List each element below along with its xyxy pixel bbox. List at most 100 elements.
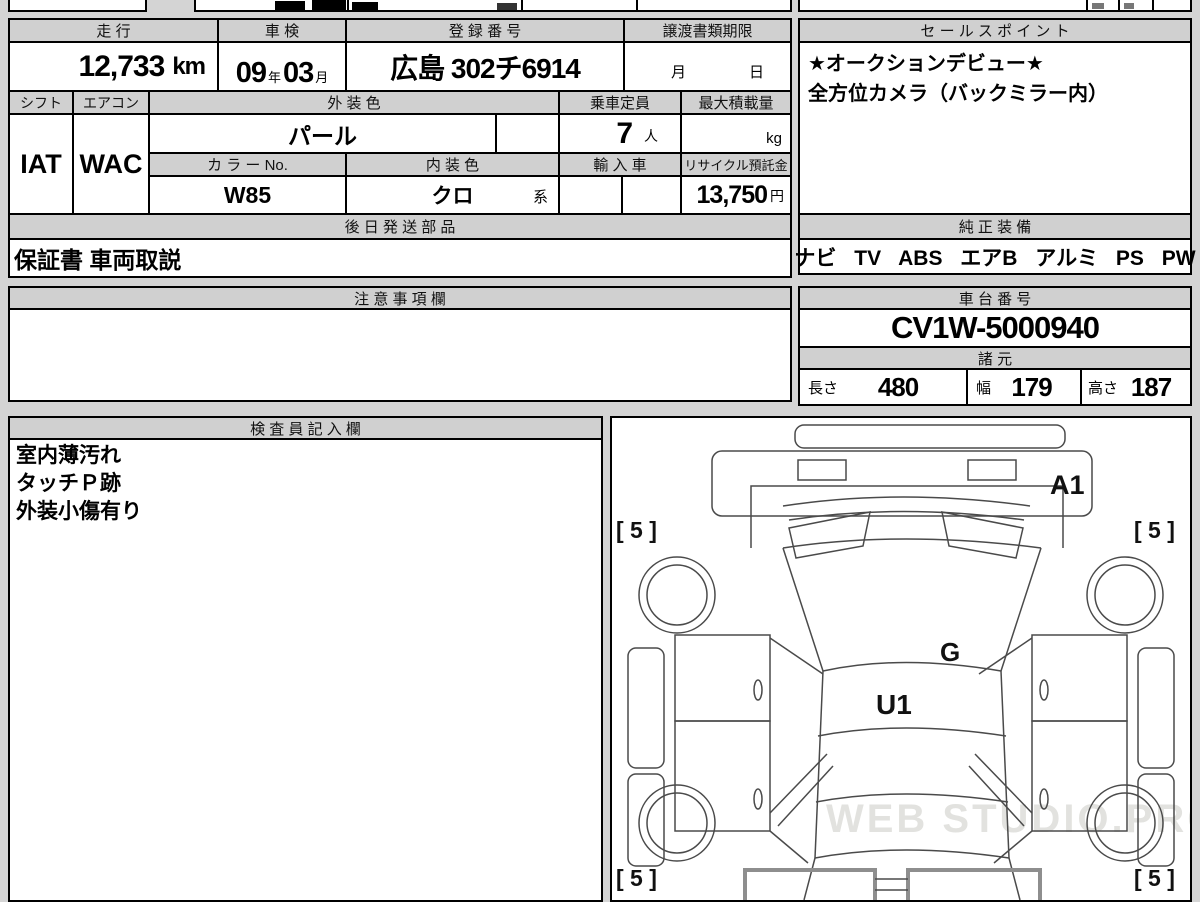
door-handle xyxy=(1039,679,1049,701)
rear-bumper-right-shape xyxy=(906,868,1042,900)
exterior-color-value-cell: パール xyxy=(148,113,497,154)
inspection-year-unit: 年 xyxy=(267,70,281,85)
fold-line xyxy=(769,637,824,675)
transfer-day-unit: 日 xyxy=(748,64,764,81)
left-front-door-shape xyxy=(674,634,771,722)
front-panel-shape xyxy=(711,450,1093,517)
roof-curve xyxy=(814,849,1010,859)
rear-left-wheel xyxy=(638,784,716,862)
cowl-arc xyxy=(782,496,1031,507)
max-load-unit: kg xyxy=(766,130,782,147)
equipment-value: ナビ TV ABS エアB アルミ PS PW xyxy=(794,246,1196,270)
mileage-header: 走 行 xyxy=(8,18,219,43)
fold-line xyxy=(978,637,1033,675)
recycle-header: リサイクル預託金 xyxy=(680,152,792,177)
spec-height-label: 高さ xyxy=(1088,379,1119,397)
damage-label-g: G xyxy=(940,637,960,667)
inspector-note: 室内薄汚れ xyxy=(16,444,121,467)
equipment-value-cell: ナビ TV ABS エアB アルミ PS PW xyxy=(794,238,1196,275)
inspection-header: 車 検 xyxy=(217,18,347,43)
rear-left-wheel-inner xyxy=(646,792,708,854)
chassis-header: 車 台 番 号 xyxy=(798,286,1192,310)
capacity-unit: 人 xyxy=(644,128,658,144)
spec-length-cell: 長さ 480 xyxy=(798,368,968,406)
inspector-header: 検 査 員 記 入 欄 xyxy=(8,416,603,440)
cutoff-text-fragment xyxy=(1092,3,1104,9)
color-no-value: W85 xyxy=(223,181,272,208)
windshield-side xyxy=(782,547,824,672)
tire-grade-front-left: [ 5 ] xyxy=(616,517,657,543)
cutoff-row-cell xyxy=(636,0,792,12)
cutoff-row-cell xyxy=(1152,0,1192,12)
spec-width-label: 幅 xyxy=(976,379,992,397)
left-rear-door-shape xyxy=(674,720,771,832)
front-left-wheel-inner xyxy=(646,564,708,626)
aircon-header: エアコン xyxy=(72,90,150,115)
inspection-year: 09 xyxy=(235,57,267,89)
mileage-unit: km xyxy=(172,52,206,80)
front-right-wheel xyxy=(1086,556,1164,634)
mileage-value: 12,733 xyxy=(78,49,166,83)
recycle-value: 13,750 xyxy=(696,180,768,209)
left-sill-shape xyxy=(627,647,665,769)
spec-length-label: 長さ xyxy=(808,379,839,397)
registration-value: 広島 302チ6914 xyxy=(390,52,581,84)
sales-point-line: 全方位カメラ（バックミラー内） xyxy=(808,83,1108,105)
door-handle xyxy=(753,788,763,810)
right-sill-shape xyxy=(1137,647,1175,769)
interior-color-value: クロ xyxy=(431,185,474,208)
front-left-wheel xyxy=(638,556,716,634)
cutoff-text-fragment xyxy=(352,2,378,10)
chassis-value-cell: CV1W-5000940 xyxy=(798,308,1192,348)
import-empty-cell xyxy=(558,175,623,215)
rear-hatch-edge xyxy=(803,857,816,900)
spec-width-value: 179 xyxy=(1011,371,1052,402)
windshield-top xyxy=(782,538,1042,549)
cutoff-row-cell xyxy=(8,0,147,12)
headlight-right-shape xyxy=(967,459,1017,481)
damage-label-u1: U1 xyxy=(876,689,912,720)
door-handle xyxy=(753,679,763,701)
cutoff-text-fragment xyxy=(1124,3,1134,9)
cutoff-text-fragment xyxy=(497,3,517,10)
transfer-month-unit: 月 xyxy=(671,64,687,81)
capacity-value-cell: 7 人 xyxy=(558,113,682,154)
capacity-value: 7 xyxy=(616,116,633,150)
roof-curve xyxy=(817,727,1007,737)
shift-value-cell: IAT xyxy=(8,113,74,215)
transfer-docs-value-cell: 月 日 xyxy=(623,41,792,92)
later-parts-value-cell: 保証書 車両取説 xyxy=(8,238,792,278)
transfer-docs-header: 譲渡書類期限 xyxy=(623,18,792,43)
shift-value: IAT xyxy=(20,148,62,179)
spec-width-cell: 幅 179 xyxy=(966,368,1082,406)
windshield-bottom xyxy=(822,661,1002,672)
interior-color-value-cell: クロ 系 xyxy=(345,175,560,215)
sales-point-header: セ ー ル ス ポ イ ン ト xyxy=(798,18,1192,43)
interior-color-header: 内 装 色 xyxy=(345,152,560,177)
headlight-left-shape xyxy=(797,459,847,481)
inspector-note: タッチＰ跡 xyxy=(16,472,121,495)
front-right-wheel-inner xyxy=(1094,564,1156,626)
left-sill-shape xyxy=(627,773,665,867)
interior-color-suffix: 系 xyxy=(532,189,548,206)
registration-header: 登 録 番 号 xyxy=(345,18,625,43)
exterior-color-empty-cell xyxy=(495,113,560,154)
later-parts-header: 後 日 発 送 部 品 xyxy=(8,213,792,240)
tire-grade-rear-right: [ 5 ] xyxy=(1134,865,1175,891)
max-load-header: 最大積載量 xyxy=(680,90,792,115)
recycle-unit: 円 xyxy=(770,188,784,204)
inspector-box: 室内薄汚れ タッチＰ跡 外装小傷有り xyxy=(8,438,603,902)
cutoff-text-fragment xyxy=(312,0,346,10)
car-diagram-box: WEB STUDIO.PRO A1 G U1 [5] [5] [5]… xyxy=(610,416,1192,902)
cutoff-row-cell xyxy=(798,0,1088,12)
right-front-door-shape xyxy=(1031,634,1128,722)
car-diagram: WEB STUDIO.PRO A1 G U1 [5] [5] [5]… xyxy=(616,424,1190,900)
import-header: 輸 入 車 xyxy=(558,152,682,177)
damage-label-a1: A1 xyxy=(1050,470,1085,500)
sales-point-line: ★オークションデビュー★ xyxy=(808,53,1044,75)
spec-height-value: 187 xyxy=(1130,371,1172,402)
cutoff-row-cell xyxy=(521,0,638,12)
import-empty-cell xyxy=(621,175,682,215)
rear-hatch-edge xyxy=(1008,857,1021,900)
inspection-month: 03 xyxy=(283,57,314,89)
